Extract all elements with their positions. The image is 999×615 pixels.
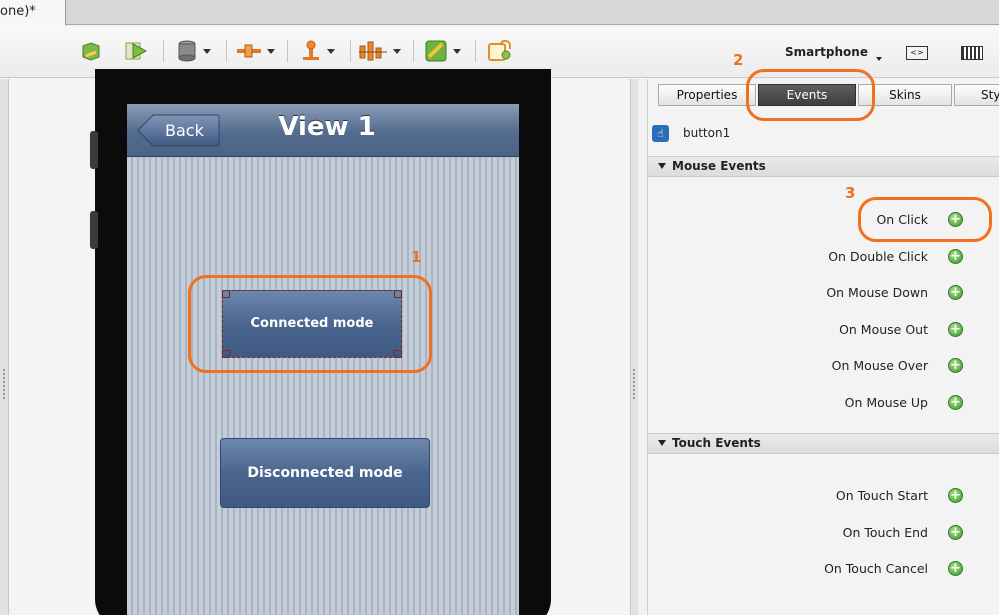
left-splitter[interactable] — [0, 79, 9, 615]
device-selector[interactable]: Smartphone — [785, 45, 868, 59]
document-tab-strip: one)* — [0, 0, 999, 26]
tab-label: Sty — [981, 88, 999, 102]
add-event-icon[interactable]: + — [948, 395, 963, 410]
add-event-icon[interactable]: + — [948, 358, 963, 373]
add-event-icon[interactable]: + — [948, 249, 963, 264]
annotation-number-3: 3 — [845, 184, 856, 202]
event-on-mouse-over: On Mouse Over — [831, 358, 928, 373]
annotation-number-2: 2 — [733, 51, 744, 69]
tab-styles[interactable]: Sty — [954, 84, 999, 106]
connector-button[interactable] — [236, 39, 275, 63]
properties-panel: Properties Events Skins Sty ☝ button1 Mo… — [647, 79, 999, 615]
tab-label: Skins — [889, 88, 921, 102]
toolbar-separator — [226, 40, 227, 62]
event-on-double-click: On Double Click — [828, 249, 928, 264]
add-event-icon[interactable]: + — [948, 285, 963, 300]
component-icon — [303, 40, 319, 60]
navigation-bar: Back View 1 — [127, 104, 519, 157]
run-icon — [125, 42, 148, 60]
document-tab[interactable]: one)* — [0, 0, 66, 26]
chevron-down-icon — [327, 48, 335, 54]
phone-side-button — [90, 131, 98, 169]
collapse-triangle-icon — [658, 440, 666, 446]
toolbar-separator — [287, 40, 288, 62]
run-button[interactable] — [124, 39, 148, 63]
section-mouse-events[interactable]: Mouse Events — [648, 156, 999, 177]
collapse-triangle-icon — [658, 163, 666, 169]
orientation-icon[interactable]: <> — [906, 46, 928, 60]
section-title: Touch Events — [672, 436, 761, 450]
document-tab-label: one)* — [0, 4, 36, 19]
annotation-highlight-1 — [188, 275, 432, 373]
tab-properties[interactable]: Properties — [658, 84, 756, 106]
back-button[interactable]: Back — [137, 114, 220, 147]
toolbar-separator — [163, 40, 164, 62]
selected-component: ☝ button1 — [652, 123, 730, 143]
toolbar-separator — [350, 40, 351, 62]
save-button[interactable] — [80, 39, 102, 63]
component-name: button1 — [683, 126, 731, 140]
theme-button[interactable] — [424, 39, 461, 63]
event-on-touch-end: On Touch End — [842, 525, 928, 540]
component-button[interactable] — [300, 39, 335, 63]
button-component-icon: ☝ — [652, 124, 669, 142]
chevron-down-icon — [453, 48, 461, 54]
add-event-icon[interactable]: + — [948, 525, 963, 540]
database-icon — [178, 40, 196, 62]
keyboard-icon[interactable] — [961, 46, 983, 60]
lock-button[interactable] — [486, 39, 512, 63]
section-touch-events[interactable]: Touch Events — [648, 433, 999, 454]
chart-icon — [359, 41, 387, 61]
lock-icon — [488, 39, 511, 61]
section-title: Mouse Events — [672, 159, 766, 173]
disconnected-mode-label: Disconnected mode — [247, 465, 403, 481]
add-event-icon[interactable]: + — [948, 561, 963, 576]
annotation-highlight-3 — [858, 197, 992, 242]
disconnected-mode-button[interactable]: Disconnected mode — [220, 438, 430, 508]
grip-icon — [3, 369, 5, 399]
toolbar-separator — [413, 40, 414, 62]
grip-icon — [633, 369, 635, 399]
event-on-mouse-up: On Mouse Up — [844, 395, 928, 410]
right-splitter[interactable] — [630, 79, 638, 615]
tab-label: Properties — [676, 88, 738, 102]
phone-side-button — [90, 211, 98, 249]
event-on-touch-cancel: On Touch Cancel — [824, 561, 928, 576]
add-event-icon[interactable]: + — [948, 322, 963, 337]
view-title: View 1 — [278, 112, 376, 142]
event-on-mouse-down: On Mouse Down — [826, 285, 928, 300]
chevron-down-icon — [267, 48, 275, 54]
chevron-down-icon — [393, 48, 401, 54]
toolbar-separator — [475, 40, 476, 62]
chart-button[interactable] — [358, 39, 401, 63]
back-button-label: Back — [165, 121, 204, 140]
theme-icon — [425, 40, 447, 62]
annotation-number-1: 1 — [411, 248, 422, 266]
event-on-touch-start: On Touch Start — [835, 488, 928, 503]
database-button[interactable] — [176, 39, 211, 63]
chevron-down-icon — [203, 48, 211, 54]
event-on-mouse-out: On Mouse Out — [839, 322, 928, 337]
chevron-down-icon[interactable] — [876, 57, 882, 61]
connector-icon — [237, 44, 261, 58]
annotation-highlight-2 — [746, 69, 875, 121]
add-event-icon[interactable]: + — [948, 488, 963, 503]
save-icon — [82, 42, 100, 61]
